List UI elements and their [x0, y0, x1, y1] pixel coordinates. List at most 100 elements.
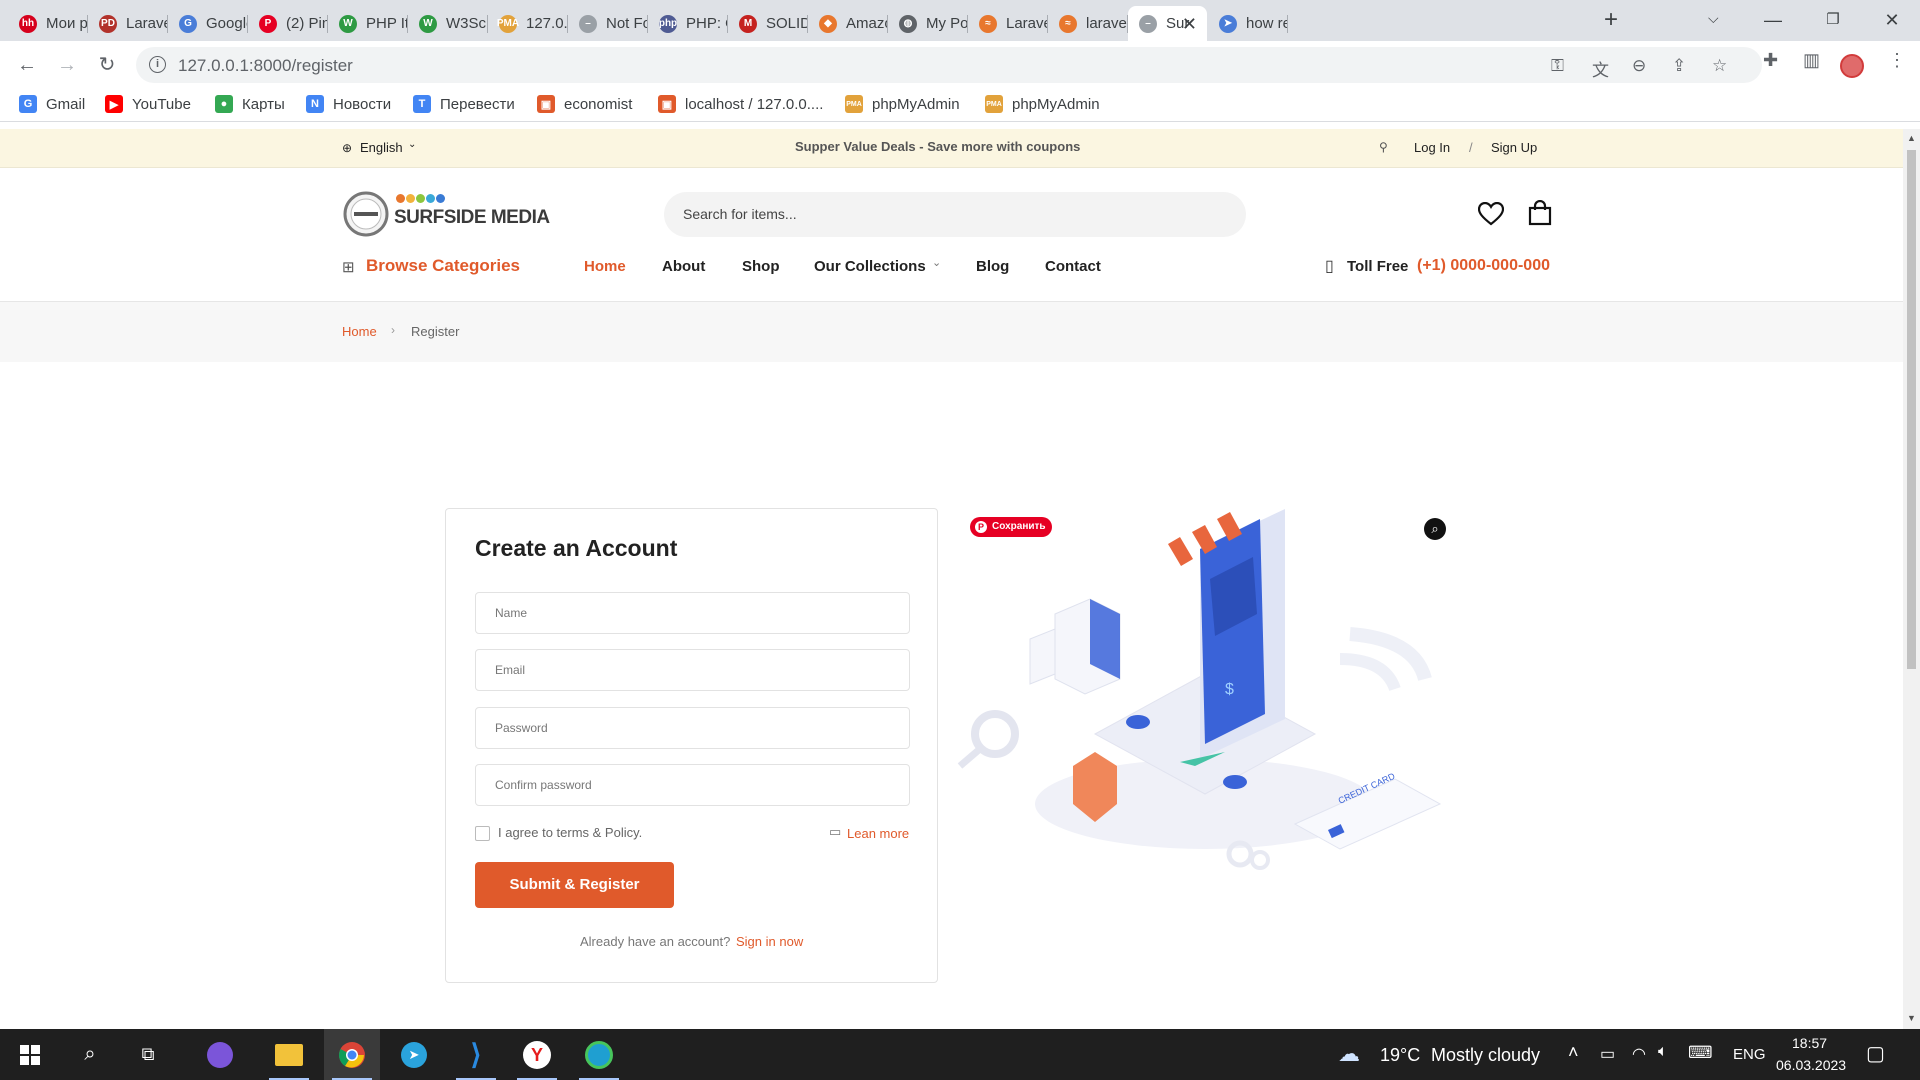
- search-input[interactable]: Search for items...: [664, 192, 1246, 237]
- browser-tab[interactable]: ≈ Laravel: [968, 6, 1048, 41]
- name-input[interactable]: Name: [475, 592, 910, 634]
- breadcrumb-home[interactable]: Home: [342, 324, 377, 339]
- browser-tab[interactable]: M SOLID: [728, 6, 808, 41]
- tab-search-chevron-icon[interactable]: ⌵: [1708, 10, 1719, 27]
- chrome-taskbar-icon[interactable]: [324, 1029, 380, 1080]
- back-arrow-icon[interactable]: ←: [12, 50, 42, 80]
- browser-tab[interactable]: P (2) Pint: [248, 6, 328, 41]
- scrollbar-thumb[interactable]: [1907, 150, 1916, 669]
- task-view-icon[interactable]: ⧉: [120, 1029, 176, 1080]
- start-windows-icon[interactable]: [2, 1029, 58, 1080]
- browser-tab[interactable]: ≈ laravel: [1048, 6, 1128, 41]
- learn-more-link[interactable]: Lean more: [847, 826, 909, 841]
- bookmark-item[interactable]: ● Карты: [215, 95, 285, 113]
- site-info-icon[interactable]: i: [149, 56, 166, 73]
- close-window-icon[interactable]: ✕: [1877, 5, 1907, 35]
- reload-icon[interactable]: ↻: [92, 50, 122, 80]
- browser-tab[interactable]: php PHP: O: [648, 6, 728, 41]
- bookmark-item[interactable]: N Новости: [306, 95, 391, 113]
- bookmark-star-icon[interactable]: ☆: [1712, 56, 1727, 76]
- zoom-icon[interactable]: ⊖: [1632, 56, 1646, 76]
- vscode-icon[interactable]: ⟩: [448, 1029, 504, 1080]
- nav-shop[interactable]: Shop: [742, 258, 780, 275]
- file-explorer-icon[interactable]: [261, 1029, 317, 1080]
- chrome-menu-icon[interactable]: ⋮: [1888, 50, 1906, 71]
- browser-tab[interactable]: W PHP Ite: [328, 6, 408, 41]
- tab-favicon-icon: G: [179, 14, 197, 33]
- bookmark-item[interactable]: PMA phpMyAdmin: [985, 95, 1100, 113]
- scroll-down-arrow-icon[interactable]: ▼: [1907, 1013, 1916, 1023]
- globe-icon: ⊕: [342, 141, 353, 155]
- edge-icon[interactable]: [571, 1029, 627, 1080]
- bookmark-item[interactable]: ▶ YouTube: [105, 95, 191, 113]
- volume-icon[interactable]: 🔈︎: [1658, 1043, 1668, 1061]
- nav-contact[interactable]: Contact: [1045, 258, 1101, 275]
- nav-about[interactable]: About: [662, 258, 705, 275]
- notifications-icon[interactable]: ▢: [1866, 1041, 1885, 1066]
- side-panel-icon[interactable]: ▥: [1803, 50, 1820, 71]
- yandex-browser-icon[interactable]: Y: [509, 1029, 565, 1080]
- new-tab-button[interactable]: +: [1599, 8, 1623, 33]
- signup-link[interactable]: Sign Up: [1491, 140, 1537, 155]
- restore-icon[interactable]: ❐: [1818, 5, 1848, 35]
- browser-tab[interactable]: G Google: [168, 6, 248, 41]
- bookmark-item[interactable]: PMA phpMyAdmin: [845, 95, 960, 113]
- submit-register-button[interactable]: Submit & Register: [475, 862, 674, 908]
- address-bar[interactable]: i 127.0.0.1:8000/register ⚿ 文 ⊖ ⇪ ☆: [136, 47, 1762, 83]
- tray-chevron-up-icon[interactable]: ˄: [1568, 1042, 1579, 1063]
- browser-tab[interactable]: ◍ My Por: [888, 6, 968, 41]
- browse-categories-button[interactable]: Browse Categories: [366, 256, 520, 276]
- email-input[interactable]: Email: [475, 649, 910, 691]
- weather-desc[interactable]: Mostly cloudy: [1431, 1045, 1540, 1066]
- nav-home[interactable]: Home: [584, 258, 626, 275]
- nav-our-collections[interactable]: Our Collections: [814, 258, 926, 275]
- minimize-icon[interactable]: —: [1758, 5, 1788, 35]
- url-text: 127.0.0.1:8000/register: [178, 56, 353, 75]
- tab-title: PHP Ite: [366, 15, 408, 32]
- bookmark-item[interactable]: ▣ localhost / 127.0.0....: [658, 95, 823, 113]
- browser-tab[interactable]: –Not For: [568, 6, 648, 41]
- browser-toolbar: ← → ↻ i 127.0.0.1:8000/register ⚿ 文 ⊖ ⇪ …: [0, 41, 1920, 89]
- language-selector[interactable]: English: [360, 140, 403, 155]
- password-input[interactable]: Password: [475, 707, 910, 749]
- nav-blog[interactable]: Blog: [976, 258, 1009, 275]
- browser-tab[interactable]: PD Laravel: [88, 6, 168, 41]
- forward-arrow-icon[interactable]: →: [52, 50, 82, 80]
- login-link[interactable]: Log In: [1414, 140, 1450, 155]
- cart-bag-icon[interactable]: [1528, 200, 1552, 226]
- share-icon[interactable]: ⇪: [1672, 56, 1686, 76]
- confirm-password-input[interactable]: Confirm password: [475, 764, 910, 806]
- page-scrollbar[interactable]: ▲ ▼: [1903, 129, 1920, 1029]
- site-logo[interactable]: SURFSIDE MEDIA: [342, 190, 552, 240]
- translate-icon[interactable]: 文: [1592, 56, 1609, 81]
- input-language[interactable]: ENG: [1733, 1046, 1766, 1063]
- browser-tab[interactable]: PMA 127.0.0: [488, 6, 568, 41]
- extensions-icon[interactable]: ✚: [1763, 50, 1778, 71]
- close-tab-icon[interactable]: ✕: [1182, 14, 1197, 35]
- weather-temp[interactable]: 19°C: [1380, 1045, 1420, 1066]
- wifi-icon[interactable]: ◠: [1632, 1044, 1646, 1064]
- toll-free-number[interactable]: (+1) 0000-000-000: [1417, 257, 1550, 275]
- browser-tab[interactable]: hh Мои ре: [8, 6, 88, 41]
- terms-checkbox[interactable]: [475, 826, 490, 841]
- browser-tab[interactable]: ◆ Amazo: [808, 6, 888, 41]
- telegram-icon[interactable]: ➤: [386, 1029, 442, 1080]
- browser-tab[interactable]: W W3Scho: [408, 6, 488, 41]
- scroll-up-arrow-icon[interactable]: ▲: [1907, 133, 1916, 143]
- clock-time[interactable]: 18:57: [1792, 1035, 1827, 1051]
- browser-tab[interactable]: – Sur ✕: [1128, 6, 1207, 41]
- alice-app-icon[interactable]: [192, 1029, 248, 1080]
- search-icon[interactable]: ⌕: [62, 1029, 118, 1080]
- browser-tab[interactable]: ➤ how re: [1208, 6, 1288, 41]
- bookmark-item[interactable]: G Gmail: [19, 95, 85, 113]
- clock-date[interactable]: 06.03.2023: [1776, 1057, 1846, 1073]
- bookmark-item[interactable]: ▣ economist: [537, 95, 632, 113]
- profile-avatar[interactable]: [1840, 54, 1864, 78]
- bookmark-item[interactable]: T Перевести: [413, 95, 515, 113]
- battery-icon[interactable]: ▭: [1600, 1044, 1615, 1064]
- weather-cloud-icon[interactable]: ☁: [1338, 1041, 1360, 1067]
- sign-in-link[interactable]: Sign in now: [736, 934, 803, 949]
- keyboard-icon[interactable]: ⌨: [1688, 1043, 1713, 1063]
- wishlist-heart-icon[interactable]: [1478, 202, 1504, 226]
- key-icon[interactable]: ⚿: [1551, 56, 1564, 76]
